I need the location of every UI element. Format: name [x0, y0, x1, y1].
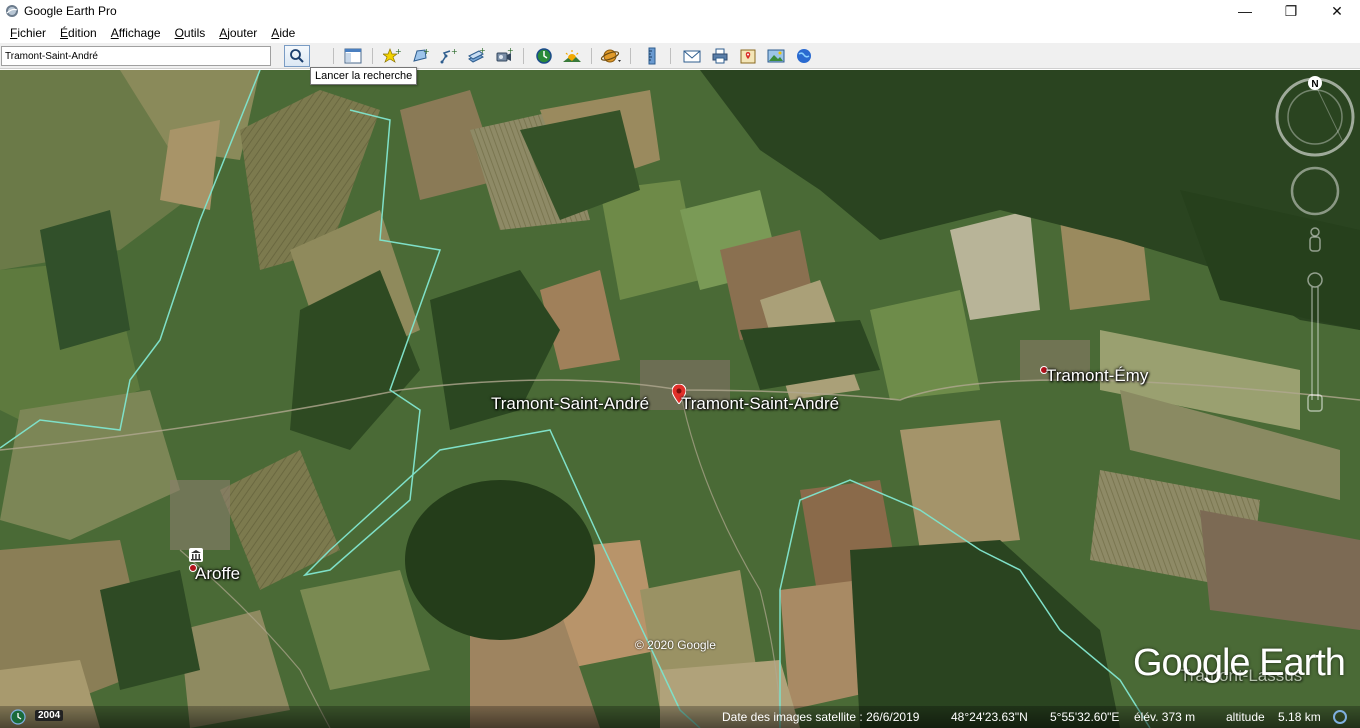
- save-image-button[interactable]: [765, 46, 787, 66]
- ruler-button[interactable]: [641, 46, 663, 66]
- menu-aide[interactable]: Aide: [264, 26, 302, 40]
- polygon-button[interactable]: +: [409, 46, 431, 66]
- menu-edition[interactable]: Édition: [53, 26, 104, 40]
- image-overlay-button[interactable]: +: [465, 46, 487, 66]
- earth-gallery-icon: [797, 49, 811, 63]
- print-button[interactable]: [709, 46, 731, 66]
- planet-switch-button[interactable]: [600, 46, 622, 66]
- save-image-icon: [767, 49, 785, 63]
- window-controls: — ❐ ✕: [1222, 0, 1360, 22]
- google-maps-icon: [740, 49, 756, 64]
- window-title: Google Earth Pro: [24, 4, 117, 18]
- search-button[interactable]: [284, 45, 310, 67]
- historical-imagery-icon: [536, 48, 552, 64]
- email-icon: [683, 50, 701, 63]
- toolbar-separator: [591, 48, 592, 64]
- record-tour-button[interactable]: +: [493, 46, 515, 66]
- toolbar-separator: [333, 48, 334, 64]
- svg-text:+: +: [507, 47, 513, 55]
- streaming-status-icon: [1333, 710, 1347, 724]
- tour-icon: +: [496, 47, 513, 62]
- image-overlay-icon: +: [468, 47, 485, 63]
- planet-icon: [600, 49, 621, 63]
- maximize-button[interactable]: ❐: [1268, 0, 1314, 22]
- email-button[interactable]: [681, 46, 703, 66]
- zoom-slider[interactable]: [1307, 272, 1323, 412]
- place-label-tramont-saint-andre-result[interactable]: Tramont-Saint-André: [681, 394, 839, 414]
- search-icon: [290, 49, 304, 63]
- copyright-text: © 2020 Google: [635, 638, 716, 652]
- place-label-aroffe[interactable]: Aroffe: [195, 564, 240, 584]
- search-tooltip: Lancer la recherche: [310, 67, 418, 85]
- title-bar: Google Earth Pro — ❐ ✕: [0, 0, 1360, 22]
- google-earth-app-icon: [6, 5, 18, 17]
- imagery-date: Date des images satellite : 26/6/2019: [722, 710, 920, 724]
- menu-fichier[interactable]: Fichier: [3, 26, 53, 40]
- google-earth-logo: Google Earth: [1133, 642, 1346, 684]
- longitude-readout: 5°55'32.60"E: [1050, 710, 1120, 724]
- search-input[interactable]: [1, 46, 271, 66]
- place-label-tramont-saint-andre[interactable]: Tramont-Saint-André: [491, 394, 649, 414]
- toolbar: + + + + +: [0, 43, 1360, 69]
- path-icon: +: [440, 47, 457, 64]
- compass-north-label: N: [1311, 79, 1318, 90]
- toolbar-separator: [523, 48, 524, 64]
- street-view-pegman-icon[interactable]: [1309, 227, 1321, 252]
- toolbar-separator: [372, 48, 373, 64]
- place-label-tramont-emy[interactable]: Tramont-Émy: [1046, 366, 1148, 386]
- placemark-button[interactable]: +: [381, 46, 403, 66]
- svg-text:+: +: [423, 47, 429, 56]
- print-icon: [712, 48, 728, 64]
- menu-affichage[interactable]: Affichage: [104, 26, 168, 40]
- navigation-controls: N: [1275, 76, 1355, 412]
- sunlight-button[interactable]: [561, 46, 583, 66]
- sidebar-button[interactable]: [342, 46, 364, 66]
- menu-bar: Fichier Édition Affichage Outils Ajouter…: [0, 22, 1360, 43]
- svg-text:+: +: [395, 47, 401, 56]
- menu-ajouter[interactable]: Ajouter: [212, 26, 264, 40]
- toolbar-separator: [670, 48, 671, 64]
- ruler-icon: [648, 47, 656, 65]
- close-button[interactable]: ✕: [1314, 0, 1360, 22]
- look-joystick[interactable]: [1290, 166, 1340, 216]
- sidebar-icon: [344, 48, 362, 64]
- earth-gallery-button[interactable]: [793, 46, 815, 66]
- altitude-readout: altitude 5.18 km: [1226, 710, 1321, 724]
- historical-imagery-icon[interactable]: [10, 709, 26, 725]
- imagery-year-badge[interactable]: 2004: [35, 710, 64, 721]
- status-bar: 2004 Date des images satellite : 26/6/20…: [0, 706, 1360, 728]
- historical-imagery-button[interactable]: [533, 46, 555, 66]
- latitude-readout: 48°24'23.63"N: [951, 710, 1028, 724]
- map-view[interactable]: Tramont-Saint-André Tramont-Saint-André …: [0, 70, 1360, 728]
- minimize-button[interactable]: —: [1222, 0, 1268, 22]
- elevation-readout: élév. 373 m: [1134, 710, 1196, 724]
- path-button[interactable]: +: [437, 46, 459, 66]
- sun-icon: [563, 50, 581, 62]
- svg-text:+: +: [451, 47, 457, 56]
- town-hall-icon[interactable]: [189, 548, 203, 562]
- placemark-icon: +: [383, 47, 401, 63]
- polygon-icon: +: [413, 47, 429, 62]
- svg-text:+: +: [479, 47, 485, 55]
- toolbar-separator: [630, 48, 631, 64]
- menu-outils[interactable]: Outils: [168, 26, 213, 40]
- view-in-google-maps-button[interactable]: [737, 46, 759, 66]
- compass-ring[interactable]: N: [1275, 76, 1355, 157]
